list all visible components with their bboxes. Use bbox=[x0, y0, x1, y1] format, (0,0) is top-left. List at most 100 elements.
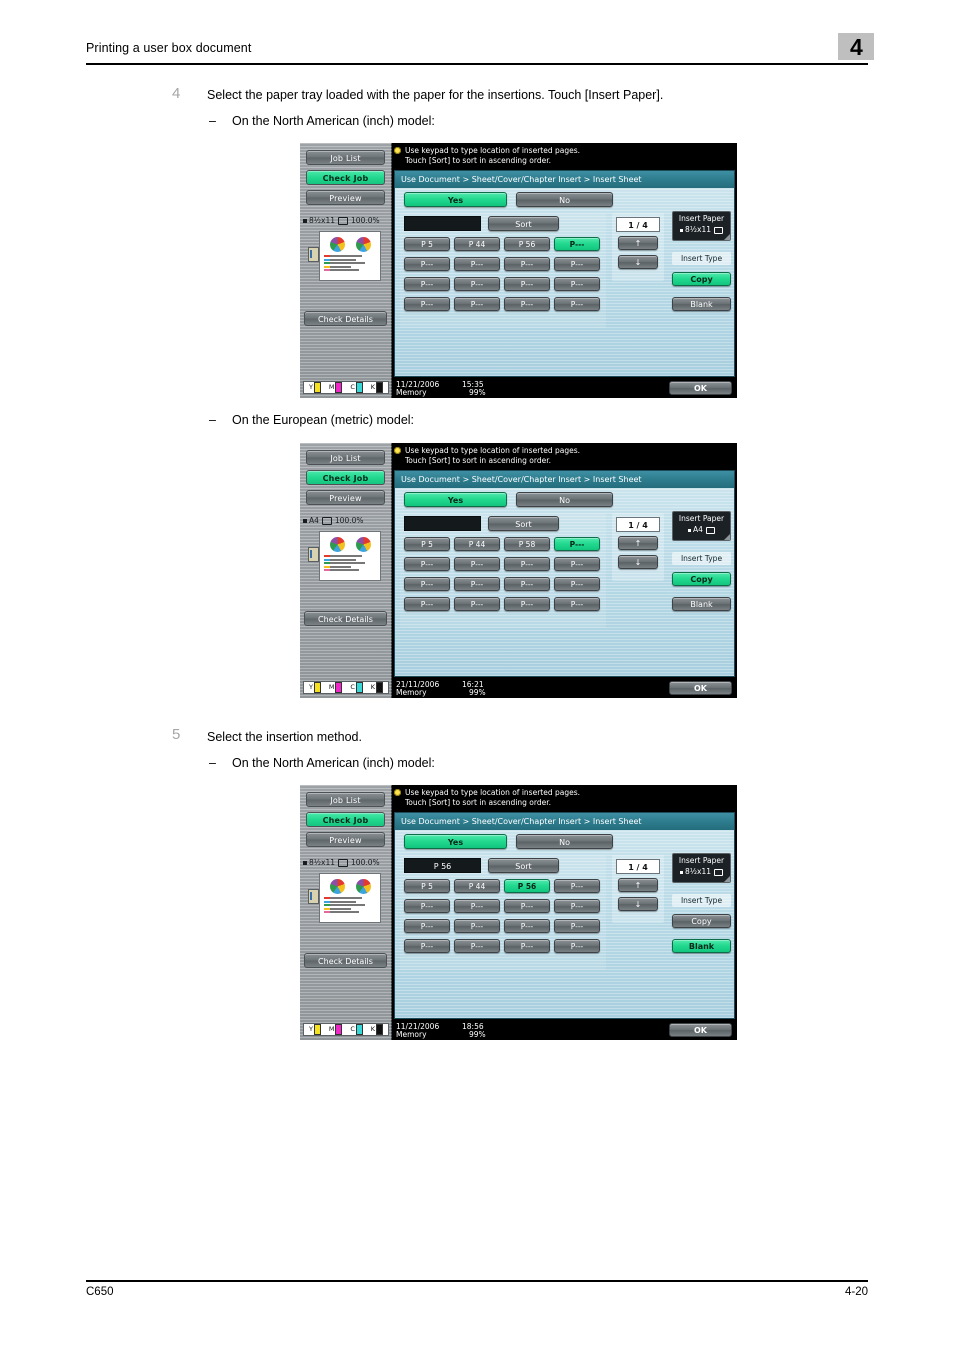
document-preview-thumbnail[interactable] bbox=[319, 873, 381, 923]
page-slot-button[interactable]: P--- bbox=[504, 899, 550, 913]
page-slot-button[interactable]: P--- bbox=[504, 557, 550, 571]
page-slot-button[interactable]: P--- bbox=[504, 919, 550, 933]
page-slot-button[interactable]: P--- bbox=[554, 597, 600, 611]
job-list-button[interactable]: Job List bbox=[306, 792, 385, 807]
yes-button[interactable]: Yes bbox=[404, 192, 507, 207]
page-slot-button[interactable]: P--- bbox=[554, 919, 600, 933]
page-slot-button[interactable]: P--- bbox=[454, 257, 500, 271]
page-slot-button[interactable]: P--- bbox=[454, 577, 500, 591]
job-list-button[interactable]: Job List bbox=[306, 150, 385, 165]
page-slot-button[interactable]: P--- bbox=[554, 297, 600, 311]
sort-button[interactable]: Sort bbox=[488, 516, 559, 531]
ok-button[interactable]: OK bbox=[669, 681, 732, 695]
preview-button[interactable]: Preview bbox=[306, 190, 385, 205]
yes-button[interactable]: Yes bbox=[404, 492, 507, 507]
page-slot-button[interactable]: P--- bbox=[404, 597, 450, 611]
page-slot-button[interactable]: P--- bbox=[454, 277, 500, 291]
paper-source-icon bbox=[303, 861, 307, 865]
page-slot-button[interactable]: P--- bbox=[404, 257, 450, 271]
check-job-button[interactable]: Check Job bbox=[306, 812, 385, 827]
page-slot-button[interactable]: P--- bbox=[404, 297, 450, 311]
page-slot-button[interactable]: P 44 bbox=[454, 237, 500, 251]
scroll-up-arrow-icon[interactable]: ↑ bbox=[618, 536, 658, 550]
page-slot-button[interactable]: P--- bbox=[554, 899, 600, 913]
page-slot-button[interactable]: P 5 bbox=[404, 237, 450, 251]
page-slot-button[interactable]: P--- bbox=[404, 557, 450, 571]
insert-type-copy-button[interactable]: Copy bbox=[672, 572, 731, 586]
page-slot-button[interactable]: P--- bbox=[504, 277, 550, 291]
page-slot-button[interactable]: P 5 bbox=[404, 537, 450, 551]
document-preview-thumbnail[interactable] bbox=[319, 531, 381, 581]
check-details-button[interactable]: Check Details bbox=[304, 611, 387, 626]
document-preview-thumbnail[interactable] bbox=[319, 231, 381, 281]
scroll-up-arrow-icon[interactable]: ↑ bbox=[618, 878, 658, 892]
page-slot-button[interactable]: P--- bbox=[554, 879, 600, 893]
page-slot-button[interactable]: P 58 bbox=[504, 537, 550, 551]
page-entry-group: P 56 Sort P 5 P 44 P 56 P--- P--- P--- P--- P--… bbox=[400, 855, 606, 970]
page-slot-button[interactable]: P--- bbox=[554, 939, 600, 953]
scroll-down-arrow-icon[interactable]: ↓ bbox=[618, 897, 658, 911]
pie-chart-icon bbox=[329, 879, 345, 894]
sort-button[interactable]: Sort bbox=[488, 216, 559, 231]
page-slot-button[interactable]: P--- bbox=[454, 557, 500, 571]
insert-type-copy-button[interactable]: Copy bbox=[672, 914, 731, 928]
page-slot-button[interactable]: P--- bbox=[504, 577, 550, 591]
page-slot-button[interactable]: P--- bbox=[554, 557, 600, 571]
scroll-up-arrow-icon[interactable]: ↑ bbox=[618, 236, 658, 250]
page-slot-button[interactable]: P--- bbox=[504, 597, 550, 611]
insert-paper-button[interactable]: Insert Paper 8½x11 bbox=[672, 853, 731, 883]
job-list-button[interactable]: Job List bbox=[306, 450, 385, 465]
check-job-button[interactable]: Check Job bbox=[306, 470, 385, 485]
page-slot-button[interactable]: P--- bbox=[454, 939, 500, 953]
preview-button[interactable]: Preview bbox=[306, 832, 385, 847]
page-slot-button[interactable]: P--- bbox=[554, 237, 600, 251]
page-number-display[interactable]: P 56 bbox=[404, 858, 481, 873]
page-slot-button[interactable]: P 56 bbox=[504, 237, 550, 251]
page-number-display[interactable] bbox=[404, 516, 481, 531]
sort-button[interactable]: Sort bbox=[488, 858, 559, 873]
page-slot-button[interactable]: P--- bbox=[554, 537, 600, 551]
page-slot-button[interactable]: P--- bbox=[454, 597, 500, 611]
page-slot-button[interactable]: P--- bbox=[454, 899, 500, 913]
no-button[interactable]: No bbox=[516, 834, 614, 849]
ok-button[interactable]: OK bbox=[669, 1023, 732, 1037]
page-slot-button[interactable]: P--- bbox=[454, 297, 500, 311]
page-slot-button[interactable]: P 5 bbox=[404, 879, 450, 893]
no-button[interactable]: No bbox=[516, 192, 614, 207]
toner-label-k: K bbox=[370, 1025, 376, 1034]
scroll-down-arrow-icon[interactable]: ↓ bbox=[618, 255, 658, 269]
insert-type-blank-button[interactable]: Blank bbox=[672, 297, 731, 311]
insert-type-blank-button[interactable]: Blank bbox=[672, 939, 731, 953]
insert-type-copy-button[interactable]: Copy bbox=[672, 272, 731, 286]
scroll-down-arrow-icon[interactable]: ↓ bbox=[618, 555, 658, 569]
page-slot-button[interactable]: P--- bbox=[454, 919, 500, 933]
page-slot-button[interactable]: P 44 bbox=[454, 537, 500, 551]
check-details-button[interactable]: Check Details bbox=[304, 953, 387, 968]
page-slot-button[interactable]: P--- bbox=[504, 257, 550, 271]
page-slot-button[interactable]: P--- bbox=[404, 919, 450, 933]
page-slot-button[interactable]: P--- bbox=[404, 939, 450, 953]
page-slot-button[interactable]: P--- bbox=[554, 277, 600, 291]
page-slot-button[interactable]: P--- bbox=[404, 899, 450, 913]
insert-paper-value: 8½x11 bbox=[684, 225, 712, 234]
no-button[interactable]: No bbox=[516, 492, 614, 507]
yes-button[interactable]: Yes bbox=[404, 834, 507, 849]
ok-button[interactable]: OK bbox=[669, 381, 732, 395]
page-slot-button[interactable]: P 56 bbox=[504, 879, 550, 893]
check-details-button[interactable]: Check Details bbox=[304, 311, 387, 326]
yes-no-row: Yes No bbox=[404, 492, 614, 511]
insert-paper-button[interactable]: Insert Paper 8½x11 bbox=[672, 211, 731, 241]
page-slot-button[interactable]: P--- bbox=[554, 257, 600, 271]
touch-screen: Use Document > Sheet/Cover/Chapter Inser… bbox=[394, 812, 735, 1019]
page-number-display[interactable] bbox=[404, 216, 481, 231]
page-slot-button[interactable]: P 44 bbox=[454, 879, 500, 893]
check-job-button[interactable]: Check Job bbox=[306, 170, 385, 185]
insert-paper-button[interactable]: Insert Paper A4 bbox=[672, 511, 731, 541]
page-slot-button[interactable]: P--- bbox=[404, 577, 450, 591]
page-slot-button[interactable]: P--- bbox=[554, 577, 600, 591]
preview-button[interactable]: Preview bbox=[306, 490, 385, 505]
page-slot-button[interactable]: P--- bbox=[404, 277, 450, 291]
page-slot-button[interactable]: P--- bbox=[504, 939, 550, 953]
insert-type-blank-button[interactable]: Blank bbox=[672, 597, 731, 611]
page-slot-button[interactable]: P--- bbox=[504, 297, 550, 311]
